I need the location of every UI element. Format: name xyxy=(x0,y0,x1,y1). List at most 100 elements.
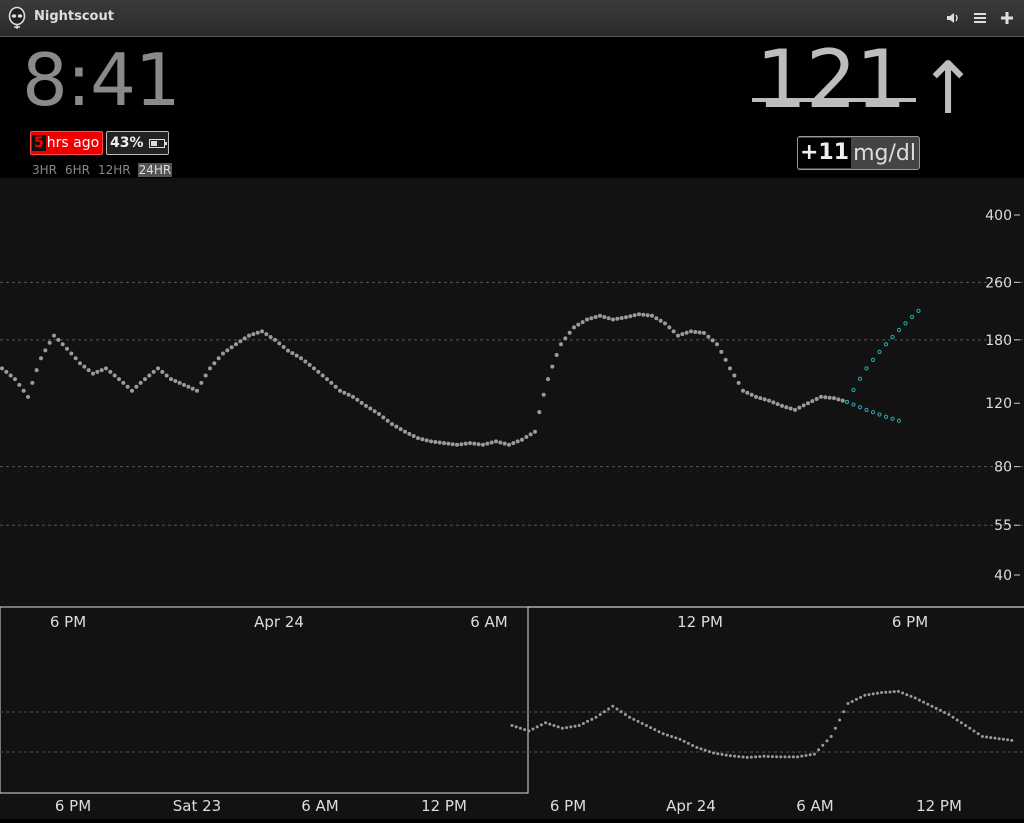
context-reading-point xyxy=(859,695,863,699)
bg-reading-point xyxy=(264,332,269,337)
context-reading-point xyxy=(913,696,917,700)
forecast-point xyxy=(903,321,908,326)
bg-reading-point xyxy=(13,377,17,382)
forecast-point xyxy=(883,342,889,347)
bg-reading-point xyxy=(377,412,381,417)
context-reading-point xyxy=(959,721,963,725)
context-reading-point xyxy=(943,710,947,714)
bg-reading-point xyxy=(130,388,134,393)
forecast-point xyxy=(896,418,902,423)
context-reading-point xyxy=(594,715,598,719)
bg-reading-point xyxy=(754,394,758,399)
context-reading-point xyxy=(955,718,959,722)
bg-reading-point xyxy=(307,362,312,367)
bg-reading-point xyxy=(52,333,56,338)
bg-reading-point xyxy=(121,380,126,385)
bg-reading-point xyxy=(494,439,498,444)
bg-reading-point xyxy=(689,329,693,334)
bg-reading-point xyxy=(234,342,238,347)
context-reading-point xyxy=(796,755,800,759)
range-3hr[interactable]: 3HR xyxy=(31,163,58,177)
context-reading-point xyxy=(535,725,539,729)
bg-reading-point xyxy=(641,312,646,317)
context-reading-point xyxy=(922,700,926,704)
forecast-point xyxy=(890,416,895,421)
x-tick-label: 6 AM xyxy=(470,613,508,631)
context-reading-point xyxy=(854,697,858,701)
context-reading-point xyxy=(649,726,653,730)
plus-icon[interactable] xyxy=(999,10,1015,26)
bg-reading-point xyxy=(645,313,650,318)
bg-reading-point xyxy=(806,401,810,406)
context-reading-point xyxy=(720,752,724,756)
bg-reading-point xyxy=(8,373,13,378)
context-reading-point xyxy=(749,755,753,759)
range-24hr[interactable]: 24HR xyxy=(137,163,173,177)
bg-reading-point xyxy=(728,366,732,371)
bg-reading-point xyxy=(212,361,217,366)
context-reading-point xyxy=(733,754,737,758)
bg-reading-point xyxy=(164,373,169,378)
y-tick-label: 80 xyxy=(994,460,1012,476)
context-reading-point xyxy=(565,726,569,730)
bg-reading-point xyxy=(78,361,82,366)
bg-reading-point xyxy=(372,409,377,414)
bg-reading-point xyxy=(277,341,282,346)
context-reading-point xyxy=(569,725,573,729)
bg-reading-point xyxy=(836,397,841,402)
context-reading-point xyxy=(577,724,581,727)
bg-reading-point xyxy=(593,314,598,319)
bg-reading-point xyxy=(385,418,390,423)
bg-reading-point xyxy=(563,336,568,341)
context-reading-point xyxy=(905,693,909,697)
context-reading-point xyxy=(754,755,758,759)
bg-reading-point xyxy=(615,316,620,321)
bg-reading-point xyxy=(624,315,628,320)
bg-reading-point xyxy=(73,356,78,361)
context-brush[interactable] xyxy=(0,606,529,794)
range-6hr[interactable]: 6HR xyxy=(64,163,91,177)
bg-reading-point xyxy=(793,407,797,412)
bg-reading-point xyxy=(476,442,481,447)
bg-reading-point xyxy=(463,441,468,446)
bg-reading-point xyxy=(316,369,321,374)
bg-reading-point xyxy=(442,441,446,446)
context-reading-point xyxy=(678,737,682,741)
context-reading-point xyxy=(670,735,674,738)
bg-reading-point xyxy=(632,313,637,318)
context-reading-point xyxy=(888,690,892,694)
context-reading-point xyxy=(737,755,741,759)
range-12hr[interactable]: 12HR xyxy=(97,163,132,177)
forecast-point xyxy=(870,357,876,363)
uploader-battery-badge: 43% xyxy=(106,131,169,155)
bg-reading-point xyxy=(572,325,576,330)
context-reading-point xyxy=(518,726,522,730)
context-reading-point xyxy=(985,735,989,739)
stale-strikethrough xyxy=(752,98,916,102)
bg-reading-point xyxy=(169,377,173,382)
bg-reading-point xyxy=(147,373,152,378)
bg-reading-point xyxy=(394,424,399,429)
bg-reading-point xyxy=(242,336,247,341)
battery-percent: 43% xyxy=(110,135,144,151)
bg-reading-point xyxy=(576,322,581,327)
context-reading-point xyxy=(989,736,993,740)
bg-reading-point xyxy=(684,330,689,335)
glucose-chart-svg[interactable]: 400 260 180 120 80 55 40 6 PM Apr 24 6 AM 12 PM 6 … xyxy=(0,178,1024,819)
glucose-chart-area: 400 260 180 120 80 55 40 6 PM Apr 24 6 AM 12 PM 6 … xyxy=(0,178,1024,819)
menu-icon[interactable] xyxy=(972,10,988,26)
context-reading-point xyxy=(619,710,623,714)
context-x-tick-label: 12 PM xyxy=(916,797,962,815)
bg-reading-point xyxy=(199,380,204,385)
bg-reading-point xyxy=(273,337,277,342)
context-x-tick-label: Apr 24 xyxy=(666,797,716,815)
current-bg-value: 121 xyxy=(756,33,907,126)
context-reading-point xyxy=(838,718,842,722)
context-reading-point xyxy=(758,755,762,759)
bg-reading-point xyxy=(784,405,789,410)
bg-reading-point xyxy=(268,334,273,339)
speaker-icon[interactable] xyxy=(945,10,961,26)
bg-reading-point xyxy=(723,357,728,362)
bg-reading-point xyxy=(255,330,260,335)
bg-reading-point xyxy=(47,340,52,345)
